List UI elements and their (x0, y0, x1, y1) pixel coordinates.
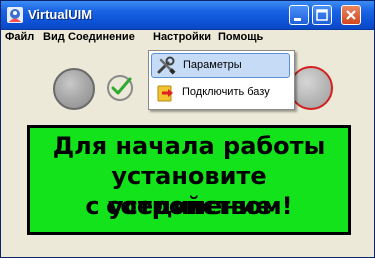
title-bar[interactable]: VirtualUIM (1, 1, 374, 30)
menu-help[interactable]: Помощь (218, 31, 263, 43)
menu-bar: Файл Вид Соединение Настройки Помощь (1, 30, 374, 47)
message-panel: Для начала работы установите соединение … (27, 125, 351, 235)
gray-status-circle (53, 68, 95, 110)
minimize-icon (294, 18, 301, 21)
window-title: VirtualUIM (28, 7, 93, 22)
message-line-1: Для начала работы (52, 132, 326, 160)
settings-dropdown: Параметры Подключить базу (148, 50, 295, 110)
database-connect-icon (157, 85, 173, 102)
menu-item-connect-db[interactable]: Подключить базу (151, 81, 290, 106)
menu-item-connect-db-label: Подключить базу (182, 86, 270, 98)
maximize-icon (316, 9, 328, 21)
menu-view[interactable]: Вид (43, 31, 65, 43)
close-icon (346, 10, 356, 20)
tools-icon (157, 56, 176, 75)
maximize-button[interactable] (312, 5, 332, 25)
check-icon (107, 75, 133, 101)
menu-item-parameters[interactable]: Параметры (151, 53, 290, 78)
app-logo-icon (7, 7, 23, 23)
menu-item-parameters-label: Параметры (183, 59, 242, 71)
app-window: VirtualUIM Файл Вид Соединение Настройки… (0, 0, 375, 258)
minimize-button[interactable] (289, 5, 309, 25)
red-status-circle (289, 66, 333, 110)
message-line-3: с устройством! (85, 192, 293, 220)
menu-connection[interactable]: Соединение (68, 31, 135, 43)
close-button[interactable] (341, 5, 361, 25)
menu-settings[interactable]: Настройки (153, 31, 211, 43)
menu-file[interactable]: Файл (5, 31, 34, 43)
